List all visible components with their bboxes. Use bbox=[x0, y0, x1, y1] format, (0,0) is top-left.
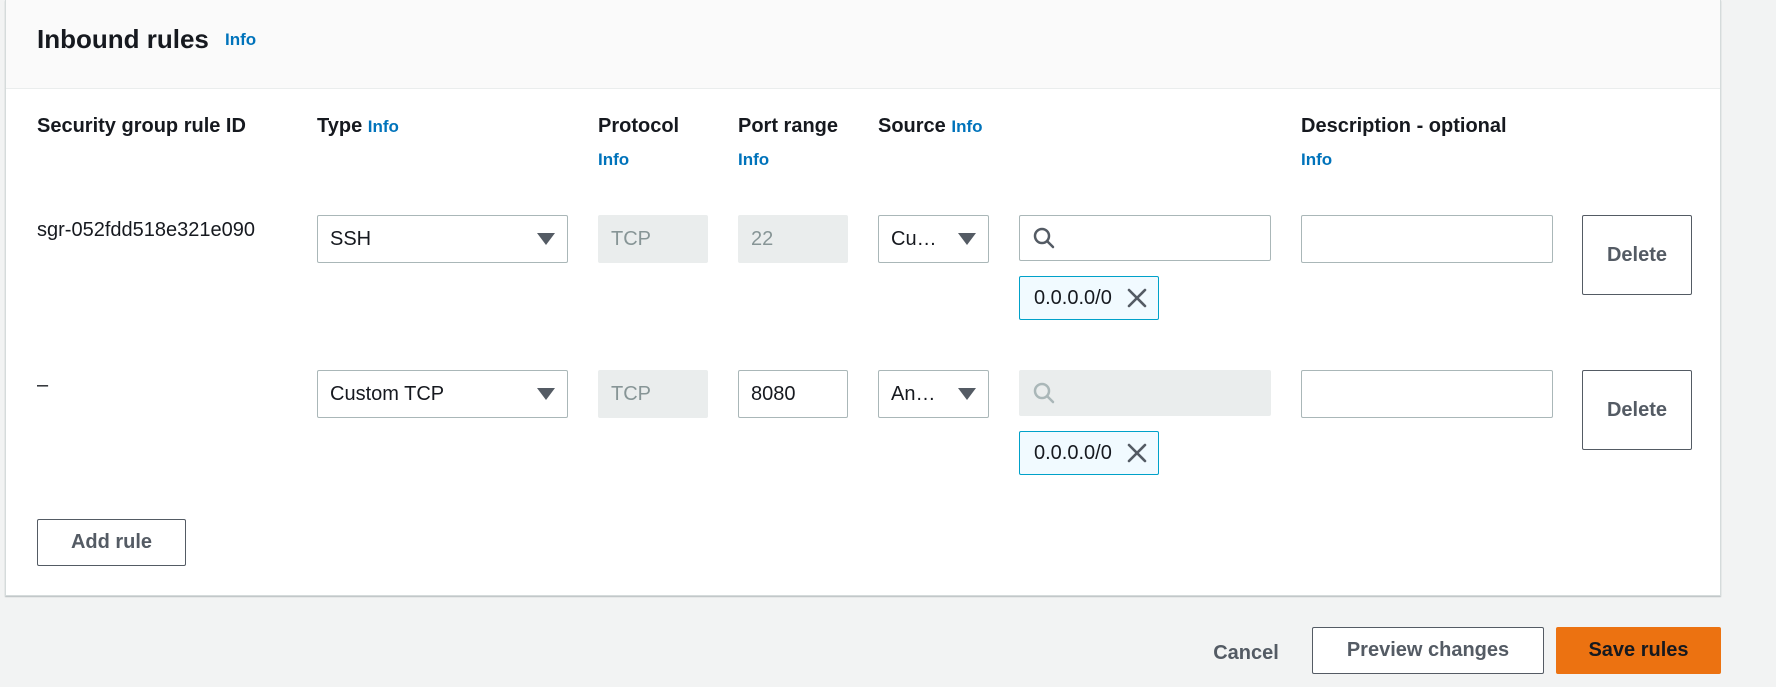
cancel-button[interactable]: Cancel bbox=[1186, 630, 1306, 677]
rule-2-id: – bbox=[37, 374, 49, 396]
inbound-rules-panel: Inbound rules Info Security group rule I… bbox=[5, 0, 1721, 596]
rule-1-id: sgr-052fdd518e321e090 bbox=[37, 219, 255, 241]
rule-2-protocol: TCP bbox=[598, 370, 708, 418]
rule-2-cidr-token: 0.0.0.0/0 bbox=[1019, 431, 1159, 475]
close-icon[interactable] bbox=[1126, 287, 1148, 309]
col-header-port-range: Port range bbox=[738, 115, 839, 137]
rule-1-delete-button[interactable]: Delete bbox=[1582, 215, 1692, 295]
preview-changes-button[interactable]: Preview changes bbox=[1312, 627, 1544, 674]
panel-title: Inbound rules bbox=[37, 24, 209, 54]
col-header-source: Source Info bbox=[878, 113, 983, 140]
search-icon bbox=[1033, 382, 1055, 404]
add-rule-button[interactable]: Add rule bbox=[37, 519, 186, 566]
col-header-rule-id: Security group rule ID bbox=[37, 115, 246, 137]
rule-2-cidr-token-label: 0.0.0.0/0 bbox=[1034, 441, 1112, 464]
col-header-description: Description - optional bbox=[1301, 115, 1507, 137]
caret-down-icon bbox=[958, 233, 976, 245]
rule-1-type-select[interactable]: SSH bbox=[317, 215, 568, 263]
caret-down-icon bbox=[537, 233, 555, 245]
col-header-protocol: Protocol bbox=[598, 115, 680, 137]
rule-2-port-range-value: 8080 bbox=[751, 382, 796, 405]
search-icon bbox=[1033, 227, 1055, 249]
rule-2-source-value: An… bbox=[891, 382, 936, 405]
rule-1-cidr-token-label: 0.0.0.0/0 bbox=[1034, 286, 1112, 309]
source-info-link[interactable]: Info bbox=[951, 117, 982, 136]
type-info-link[interactable]: Info bbox=[368, 117, 399, 136]
caret-down-icon bbox=[537, 388, 555, 400]
rule-1-description-input[interactable] bbox=[1301, 215, 1553, 263]
rule-2-description-input[interactable] bbox=[1301, 370, 1553, 418]
col-header-type: Type Info bbox=[317, 113, 399, 140]
rule-2-port-range-input[interactable]: 8080 bbox=[738, 370, 848, 418]
protocol-info-link[interactable]: Info bbox=[598, 150, 629, 170]
rule-1-port-range: 22 bbox=[738, 215, 848, 263]
title-info-link[interactable]: Info bbox=[225, 30, 256, 50]
rule-1-source-select[interactable]: Cu… bbox=[878, 215, 989, 263]
col-header-source-label: Source bbox=[878, 115, 946, 137]
rule-2-delete-button[interactable]: Delete bbox=[1582, 370, 1692, 450]
caret-down-icon bbox=[958, 388, 976, 400]
rule-2-type-value: Custom TCP bbox=[330, 382, 445, 405]
rule-1-source-value: Cu… bbox=[891, 227, 937, 250]
rule-1-type-value: SSH bbox=[330, 227, 372, 250]
rule-2-source-select[interactable]: An… bbox=[878, 370, 989, 418]
save-rules-button[interactable]: Save rules bbox=[1556, 627, 1721, 674]
panel-header: Inbound rules Info bbox=[6, 0, 1720, 89]
close-icon[interactable] bbox=[1126, 442, 1148, 464]
col-header-type-label: Type bbox=[317, 115, 363, 137]
rule-1-cidr-search-input[interactable] bbox=[1019, 215, 1271, 261]
rule-1-cidr-token: 0.0.0.0/0 bbox=[1019, 276, 1159, 320]
rule-1-protocol: TCP bbox=[598, 215, 708, 263]
rule-2-cidr-search-input bbox=[1019, 370, 1271, 416]
description-info-link[interactable]: Info bbox=[1301, 150, 1332, 170]
port-range-info-link[interactable]: Info bbox=[738, 150, 769, 170]
rule-2-type-select[interactable]: Custom TCP bbox=[317, 370, 568, 418]
